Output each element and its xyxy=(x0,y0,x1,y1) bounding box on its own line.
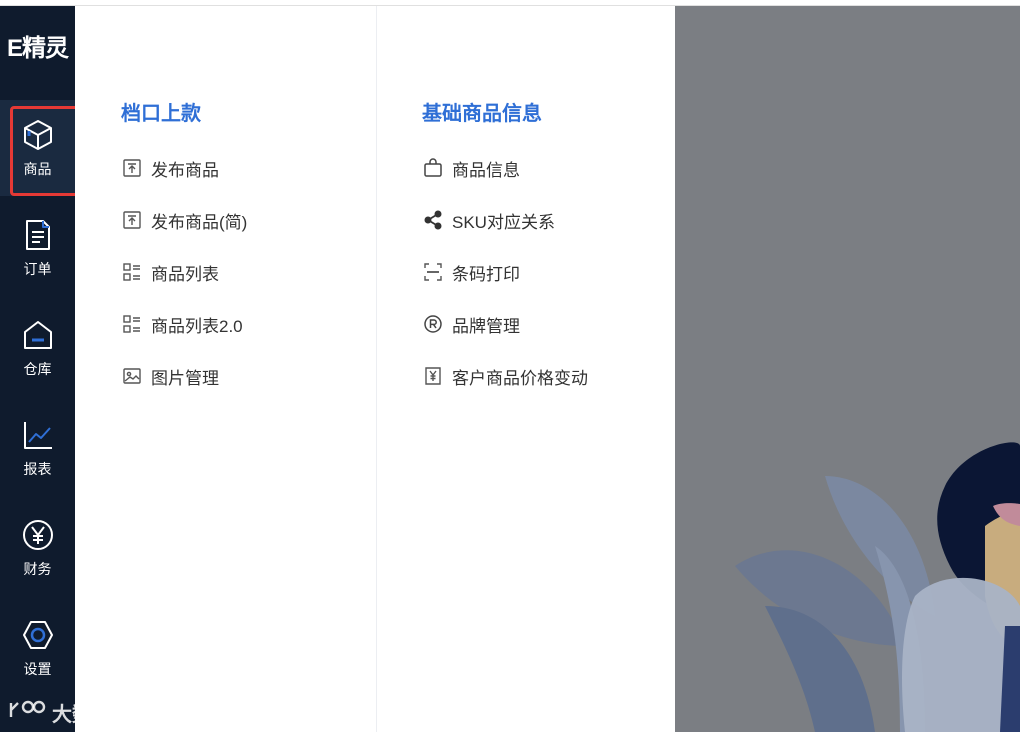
rail-item-reports[interactable]: 报表 xyxy=(0,400,75,496)
menu-item-product-list[interactable]: 商品列表 xyxy=(122,259,219,285)
menu-item-publish-product-simple[interactable]: 发布商品(简) xyxy=(122,207,247,233)
nav-rail: E精灵 商品 订单 仓库 报表 财务 设置 xyxy=(0,6,75,732)
menu-item-label: 商品信息 xyxy=(452,160,520,180)
share-icon xyxy=(423,210,443,230)
rail-item-label: 仓库 xyxy=(23,361,52,377)
rail-item-label: 报表 xyxy=(23,461,52,477)
rail-item-finance[interactable]: 财务 xyxy=(0,500,75,596)
shopping-bag-icon xyxy=(423,158,443,178)
menu-item-label: 商品列表2.0 xyxy=(151,316,243,336)
rail-item-label: 财务 xyxy=(23,561,52,577)
rail-item-settings[interactable]: 设置 xyxy=(0,600,75,696)
upload-doc-icon xyxy=(122,210,142,230)
menu-item-barcode-print[interactable]: 条码打印 xyxy=(423,259,520,285)
column-title-basic-product-info: 基础商品信息 xyxy=(422,103,542,125)
menu-item-label: 发布商品(简) xyxy=(151,212,248,232)
watermark: 大数跨境 xyxy=(8,698,132,727)
list-icon xyxy=(122,262,142,282)
menu-item-label: 图片管理 xyxy=(151,368,219,388)
menu-item-product-info[interactable]: 商品信息 xyxy=(423,155,520,181)
rail-item-orders[interactable]: 订单 xyxy=(0,200,75,296)
list-icon xyxy=(122,314,142,334)
menu-item-label: 商品列表 xyxy=(151,264,219,284)
hexagon-settings-icon xyxy=(20,617,56,653)
background-illustration xyxy=(675,6,1020,732)
menu-item-customer-price-change[interactable]: 客户商品价格变动 xyxy=(423,363,588,389)
watermark-text: 大数跨境 xyxy=(52,704,132,726)
menu-item-label: 客户商品价格变动 xyxy=(452,368,588,388)
rail-item-products[interactable]: 商品 xyxy=(0,100,75,196)
menu-item-brand-management[interactable]: 品牌管理 xyxy=(423,311,520,337)
line-chart-icon xyxy=(20,417,56,453)
menu-item-label: 发布商品 xyxy=(151,160,219,180)
upload-doc-icon xyxy=(122,158,142,178)
rail-item-warehouse[interactable]: 仓库 xyxy=(0,300,75,396)
menu-item-label: 条码打印 xyxy=(452,264,520,284)
image-icon xyxy=(122,366,142,386)
box-icon xyxy=(20,117,56,153)
rail-item-label: 设置 xyxy=(23,661,52,677)
yen-doc-icon xyxy=(423,366,443,386)
barcode-scan-icon xyxy=(423,262,443,282)
menu-item-label: SKU对应关系 xyxy=(452,212,555,232)
menu-item-label: 品牌管理 xyxy=(452,316,520,336)
watermark-logo-icon xyxy=(8,699,46,727)
rail-item-label: 商品 xyxy=(23,161,52,177)
app-logo: E精灵 xyxy=(6,35,69,62)
menu-item-image-management[interactable]: 图片管理 xyxy=(122,363,219,389)
menu-item-product-list-2[interactable]: 商品列表2.0 xyxy=(122,311,243,337)
column-divider xyxy=(376,6,377,732)
rail-item-label: 订单 xyxy=(23,261,52,277)
registered-icon xyxy=(423,314,443,334)
column-title-stall-listing: 档口上款 xyxy=(121,103,201,125)
warehouse-icon xyxy=(20,317,56,353)
document-icon xyxy=(20,217,56,253)
menu-item-publish-product[interactable]: 发布商品 xyxy=(122,155,219,181)
yen-circle-icon xyxy=(20,517,56,553)
menu-item-sku-mapping[interactable]: SKU对应关系 xyxy=(423,207,555,233)
